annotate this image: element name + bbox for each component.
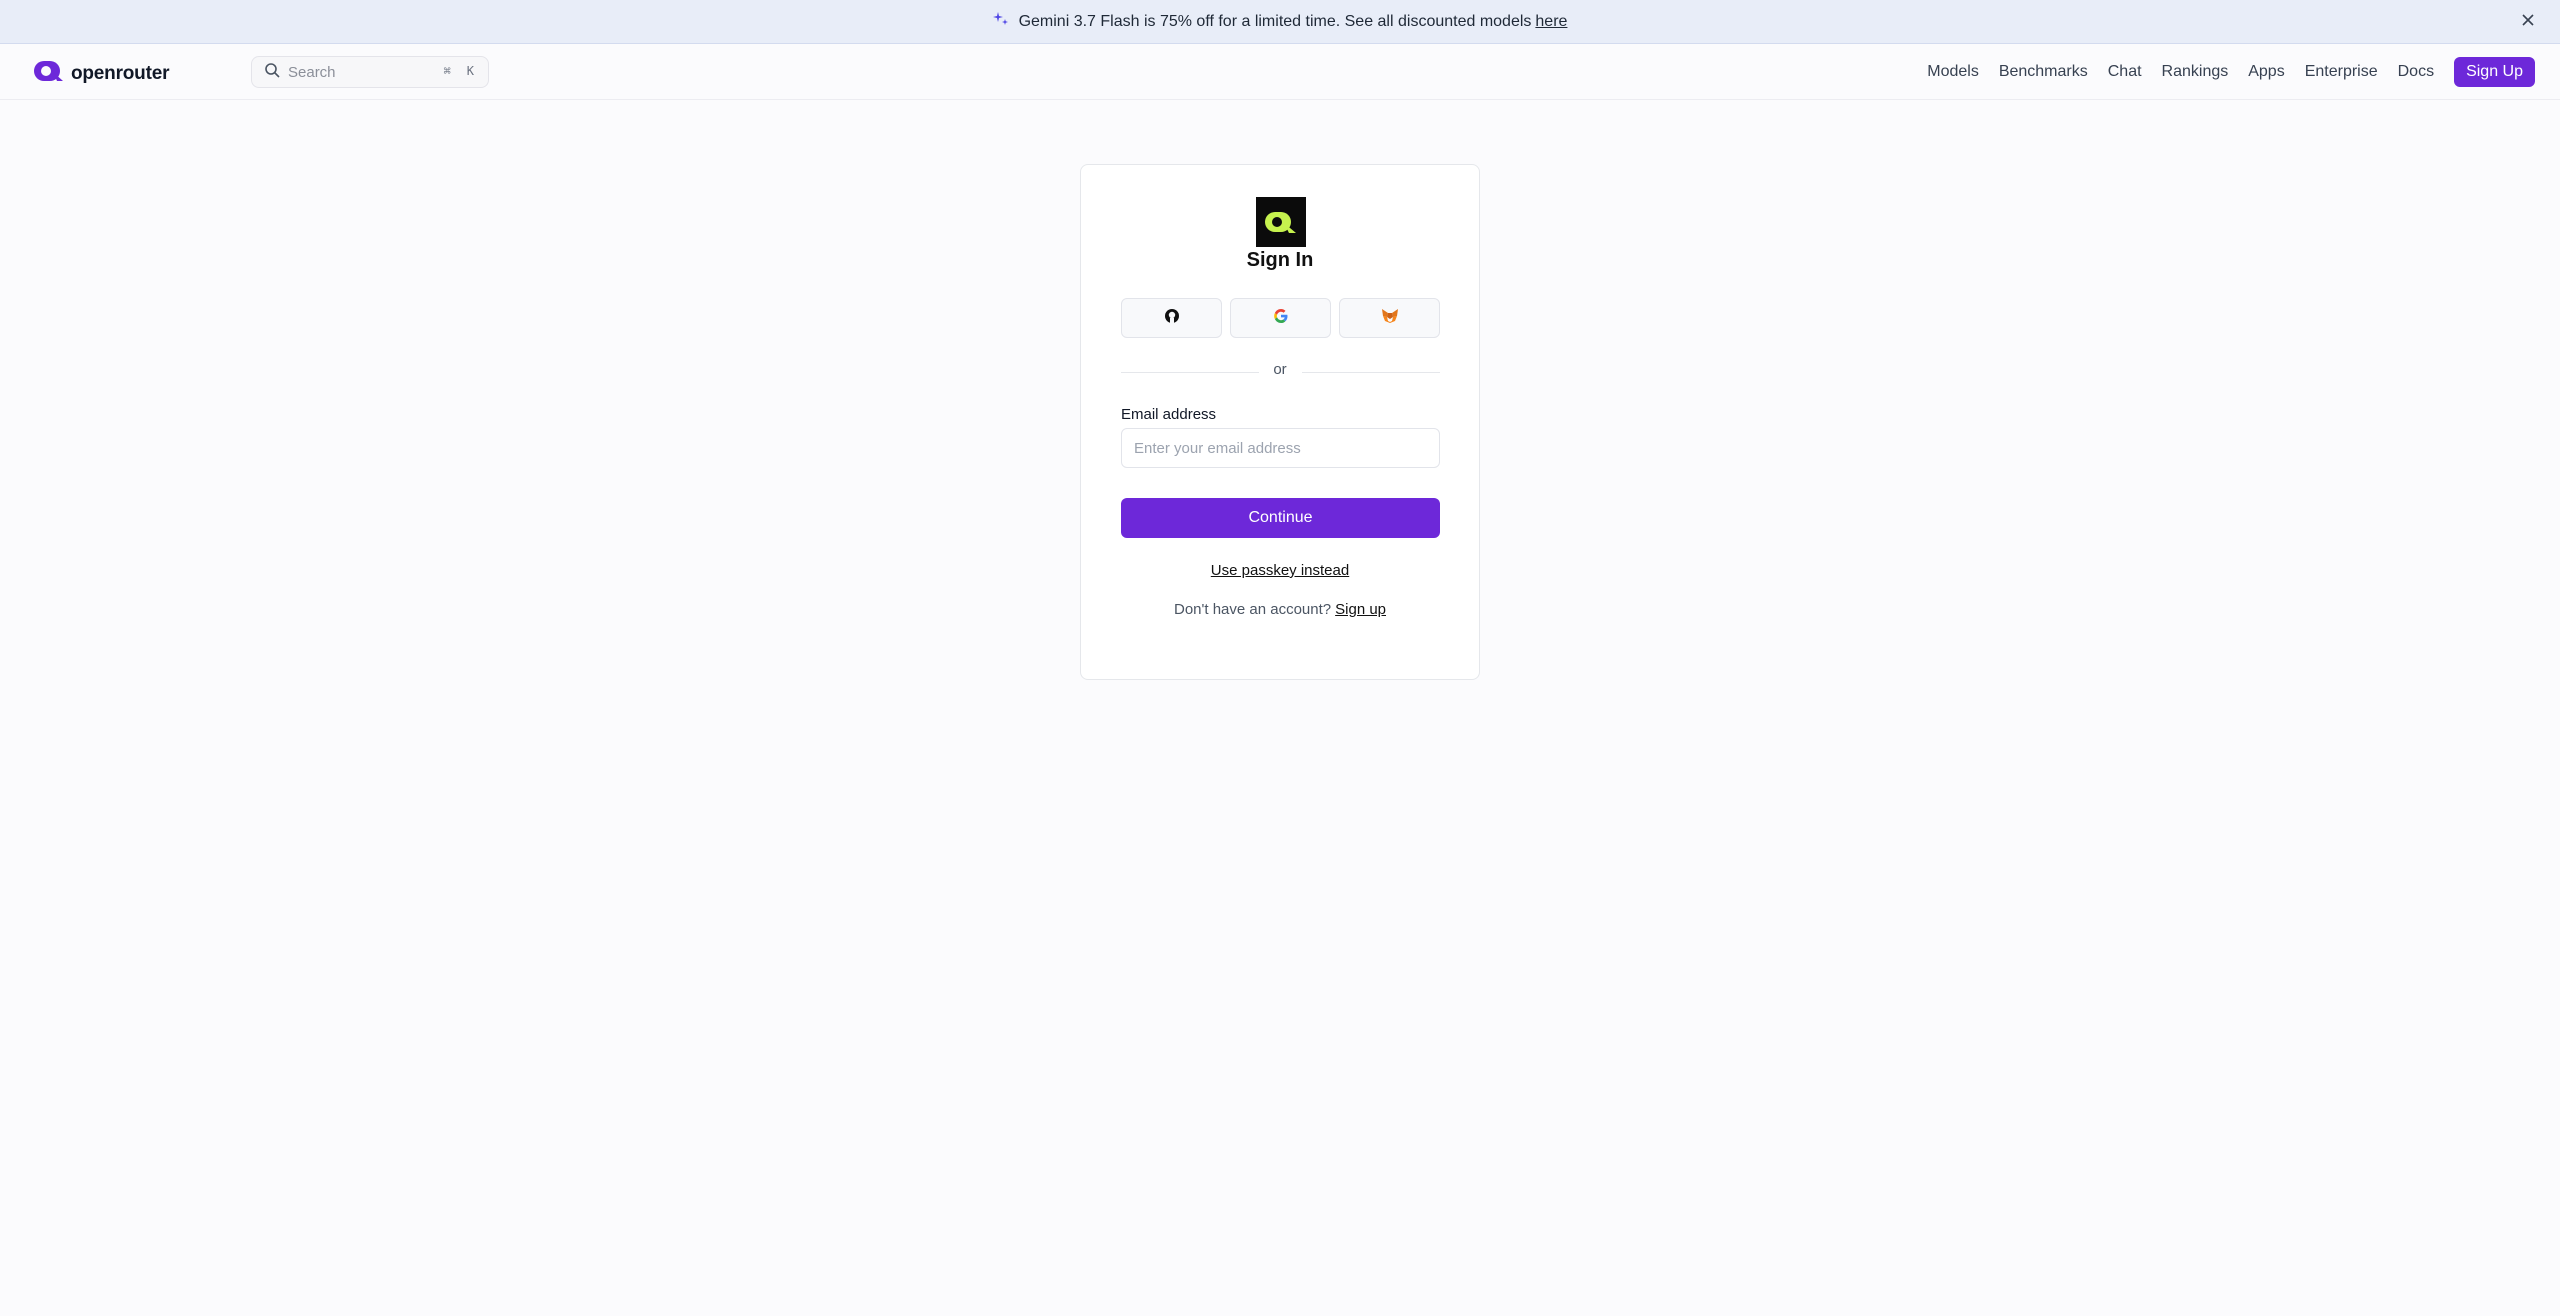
google-signin-button[interactable]	[1230, 298, 1331, 338]
divider-or: or	[1273, 361, 1287, 378]
continue-button[interactable]: Continue	[1121, 498, 1440, 538]
search-input[interactable]	[288, 63, 428, 81]
search-icon	[264, 62, 280, 83]
brand-logo-link[interactable]: openrouter	[33, 58, 169, 89]
nav-rankings[interactable]: Rankings	[2162, 56, 2229, 88]
promo-banner: Gemini 3.7 Flash is 75% off for a limite…	[0, 0, 2560, 44]
search-shortcut: ⌘ K	[440, 64, 474, 78]
nav-docs[interactable]: Docs	[2398, 56, 2434, 88]
brand-name: openrouter	[71, 62, 170, 84]
nav-benchmarks[interactable]: Benchmarks	[1999, 56, 2088, 88]
main-nav: Models Benchmarks Chat Rankings Apps Ent…	[1927, 56, 2535, 88]
signup-link[interactable]: Sign up	[1335, 601, 1386, 618]
no-account-row: Don't have an account? Sign up	[1081, 601, 1479, 618]
close-banner-button[interactable]	[2516, 10, 2540, 34]
metamask-signin-button[interactable]	[1339, 298, 1440, 338]
close-icon	[2522, 13, 2534, 31]
banner-text: Gemini 3.7 Flash is 75% off for a limite…	[1018, 12, 1532, 30]
signin-title: Sign In	[1246, 249, 1314, 271]
app-logo	[1256, 197, 1306, 247]
openrouter-logo-icon	[33, 58, 65, 89]
signin-card: Sign In or Email address C	[1080, 164, 1480, 680]
top-header: openrouter ⌘ K Models Benchmarks Chat Ra…	[0, 44, 2560, 100]
no-account-text: Don't have an account?	[1173, 601, 1332, 618]
passkey-link[interactable]: Use passkey instead	[1081, 562, 1479, 579]
signup-button[interactable]: Sign Up	[2454, 57, 2535, 87]
search-box[interactable]: ⌘ K	[251, 56, 489, 88]
banner-link[interactable]: here	[1535, 13, 1567, 31]
shortcut-key-k: K	[466, 64, 474, 78]
shortcut-key-cmd: ⌘	[443, 64, 451, 78]
google-icon	[1273, 308, 1289, 329]
nav-models[interactable]: Models	[1927, 56, 1979, 88]
email-field[interactable]	[1121, 428, 1440, 468]
nav-apps[interactable]: Apps	[2248, 56, 2284, 88]
nav-chat[interactable]: Chat	[2108, 56, 2142, 88]
github-signin-button[interactable]	[1121, 298, 1222, 338]
metamask-icon	[1381, 308, 1399, 329]
github-icon	[1164, 308, 1180, 329]
divider-right	[1302, 372, 1440, 373]
nav-enterprise[interactable]: Enterprise	[2305, 56, 2378, 88]
email-label: Email address	[1121, 406, 1217, 423]
sparkles-icon	[992, 11, 1009, 32]
